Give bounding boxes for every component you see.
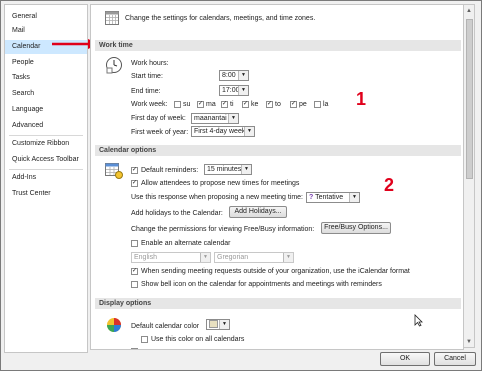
annotation-number-2: 2 [384, 175, 395, 195]
work-week-label: Work week: [131, 101, 168, 108]
day-label: la [323, 101, 329, 108]
cancel-button[interactable]: Cancel [434, 352, 476, 366]
alternate-language-dropdown[interactable]: English ▼ [131, 252, 211, 263]
response-value: Tentative [315, 194, 344, 201]
chevron-down-icon: ▼ [241, 165, 251, 174]
header-description: Change the settings for calendars, meeti… [125, 15, 316, 22]
section-work-time: Work time [95, 40, 461, 51]
mouse-cursor-icon [414, 314, 423, 327]
allow-attendees-label: Allow attendees to propose new times for… [141, 180, 300, 187]
sidebar-divider [9, 169, 83, 170]
add-holidays-button[interactable]: Add Holidays... [229, 206, 287, 218]
sidebar-item-trust-center[interactable]: Trust Center [5, 187, 87, 201]
color-wheel-icon [107, 318, 121, 332]
day-checkbox-la[interactable] [314, 101, 321, 108]
chevron-down-icon: ▼ [219, 320, 229, 329]
first-week-of-year-label: First week of year: [131, 129, 189, 136]
day-label: ti [230, 101, 234, 108]
allow-attendees-checkbox[interactable]: ✓ [131, 180, 138, 187]
end-time-label: End time: [131, 88, 161, 95]
default-reminders-dropdown[interactable]: 15 minutes ▼ [204, 164, 252, 175]
default-calendar-color-label: Default calendar color [131, 323, 200, 330]
calendar-settings-pane: Change the settings for calendars, meeti… [90, 4, 464, 350]
chevron-down-icon: ▼ [238, 86, 248, 95]
alternate-calendar-checkbox[interactable] [131, 240, 138, 247]
section-display-options: Display options [95, 298, 461, 309]
day-checkbox-ke[interactable]: ✓ [242, 101, 249, 108]
day-checkbox-ma[interactable]: ✓ [197, 101, 204, 108]
start-time-value: 8:00 [222, 72, 236, 79]
icalendar-checkbox[interactable]: ✓ [131, 268, 138, 275]
use-response-label: Use this response when proposing a new m… [131, 194, 303, 201]
day-checkbox-su[interactable] [174, 101, 181, 108]
alt-language-value: English [134, 254, 157, 261]
sidebar-item-mail[interactable]: Mail [5, 24, 87, 38]
day-label: ma [206, 101, 216, 108]
alternate-calendar-label: Enable an alternate calendar [141, 240, 231, 247]
calendar-options-icon [105, 163, 123, 179]
chevron-down-icon: ▼ [244, 127, 254, 136]
bell-icon-label: Show bell icon on the calendar for appoi… [141, 281, 382, 288]
sidebar-divider [9, 135, 83, 136]
bell-icon-checkbox[interactable] [131, 281, 138, 288]
first-week-of-year-dropdown[interactable]: First 4-day week ▼ [191, 126, 255, 137]
use-color-all-checkbox[interactable] [141, 336, 148, 343]
end-time-value: 17:00 [222, 87, 240, 94]
first-day-of-week-dropdown[interactable]: maanantai ▼ [191, 113, 239, 124]
day-checkbox-ti[interactable]: ✓ [221, 101, 228, 108]
sidebar-item-language[interactable]: Language [5, 103, 87, 117]
scroll-up-icon[interactable]: ▲ [466, 7, 472, 15]
work-hours-label: Work hours: [131, 60, 169, 67]
day-label: ke [251, 101, 259, 108]
day-checkbox-to[interactable]: ✓ [266, 101, 273, 108]
sidebar-item-add-ins[interactable]: Add-Ins [5, 171, 87, 185]
partially-visible-checkbox[interactable] [131, 348, 138, 349]
tentative-icon: ? [309, 194, 314, 201]
scroll-down-icon[interactable]: ▼ [466, 338, 472, 346]
icalendar-label: When sending meeting requests outside of… [141, 268, 410, 275]
scrollbar-thumb[interactable] [466, 19, 473, 179]
calendar-color-dropdown[interactable]: ▼ [206, 319, 230, 330]
sidebar-item-quick-access-toolbar[interactable]: Quick Access Toolbar [5, 153, 87, 167]
color-swatch-icon [209, 320, 218, 329]
free-busy-options-button[interactable]: Free/Busy Options... [321, 222, 391, 234]
clock-icon [106, 57, 122, 74]
chevron-down-icon: ▼ [283, 253, 293, 262]
ok-button[interactable]: OK [380, 352, 430, 366]
alternate-calendar-type-dropdown[interactable]: Gregorian ▼ [214, 252, 294, 263]
day-label: su [183, 101, 191, 108]
chevron-down-icon: ▼ [200, 253, 210, 262]
calendar-icon [105, 11, 119, 25]
first-day-value: maanantai [194, 115, 227, 122]
start-time-dropdown[interactable]: 8:00 ▼ [219, 70, 249, 81]
options-sidebar: General Mail Calendar People Tasks Searc… [4, 4, 88, 353]
chevron-down-icon: ▼ [238, 71, 248, 80]
day-label: pe [299, 101, 307, 108]
add-holidays-label: Add holidays to the Calendar: [131, 210, 223, 217]
reminder-value: 15 minutes [207, 166, 242, 173]
first-day-of-week-label: First day of week: [131, 115, 186, 122]
default-reminders-label: Default reminders: [141, 167, 199, 174]
end-time-dropdown[interactable]: 17:00 ▼ [219, 85, 249, 96]
day-label: to [275, 101, 281, 108]
first-week-value: First 4-day week [194, 128, 246, 135]
sidebar-item-customize-ribbon[interactable]: Customize Ribbon [5, 137, 87, 151]
sidebar-item-advanced[interactable]: Advanced [5, 119, 87, 133]
vertical-scrollbar[interactable]: ▲ ▼ [463, 4, 475, 348]
default-reminders-checkbox[interactable]: ✓ [131, 167, 138, 174]
sidebar-item-search[interactable]: Search [5, 87, 87, 101]
sidebar-item-tasks[interactable]: Tasks [5, 71, 87, 85]
alt-calendar-value: Gregorian [217, 254, 249, 261]
start-time-label: Start time: [131, 73, 163, 80]
annotation-number-1: 1 [356, 89, 367, 109]
sidebar-item-people[interactable]: People [5, 56, 87, 70]
sidebar-item-general[interactable]: General [5, 10, 87, 24]
free-busy-label: Change the permissions for viewing Free/… [131, 226, 315, 233]
use-color-all-label: Use this color on all calendars [151, 336, 245, 343]
chevron-down-icon: ▼ [228, 114, 238, 123]
chevron-down-icon: ▼ [349, 193, 359, 202]
section-calendar-options: Calendar options [95, 145, 461, 156]
response-dropdown[interactable]: ? Tentative ▼ [306, 192, 360, 203]
day-checkbox-pe[interactable]: ✓ [290, 101, 297, 108]
